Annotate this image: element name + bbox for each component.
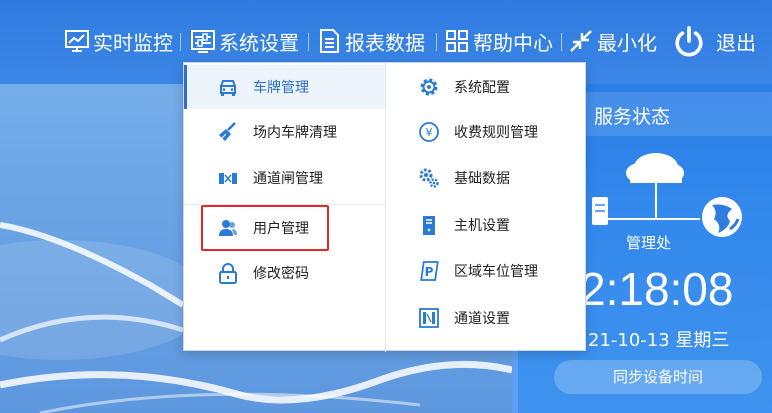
nav-realtime-monitor[interactable]: 实时监控 [64,24,173,58]
nav-exit-label: 退出 [716,30,756,55]
server-icon [423,216,435,235]
menu-item-label: 场内车牌清理 [253,125,337,141]
lock-icon [219,263,237,284]
nav-minimize-label: 最小化 [597,30,657,55]
nav-help-label: 帮助中心 [473,30,553,55]
svg-text:P: P [425,265,434,279]
management-node-label: 管理处 [626,234,672,252]
menu-item-change-password[interactable]: 修改密码 [184,251,385,295]
parking-icon: P [420,261,439,281]
minimize-arrows-icon [570,30,592,52]
menu-item-barrier-management[interactable]: 通道闸管理 [184,156,385,200]
nav-exit[interactable]: 退出 [672,24,756,58]
menu-item-host-settings[interactable]: 主机设置 [386,203,586,247]
system-settings-dropdown: 车牌管理 场内车牌清理 通道闸管理 用户管理 修改密码 系统配置 ¥ 收费规则管… [183,62,586,352]
menu-item-label: 修改密码 [253,266,309,282]
nav-settings-label: 系统设置 [219,30,299,55]
nav-separator [561,33,562,51]
menu-item-label: 通道闸管理 [253,171,323,187]
computer-icon [592,197,608,225]
status-date: 21-10-13 星期三 [588,330,730,351]
document-icon [320,29,339,53]
menu-item-plate-management[interactable]: 车牌管理 [184,65,385,109]
menu-item-yard-plate-clear[interactable]: 场内车牌清理 [184,110,385,154]
menu-item-label: 用户管理 [253,221,309,237]
cogs-icon [419,168,439,188]
nav-system-settings[interactable]: 系统设置 [190,24,299,58]
menu-item-area-parking[interactable]: P 区域车位管理 [386,249,586,293]
cloud-icon [626,153,684,183]
nav-report-data[interactable]: 报表数据 [316,24,425,58]
monitor-chart-icon [65,30,89,52]
menu-item-label: 通道设置 [454,311,510,327]
nav-separator [180,33,181,51]
menu-item-label: 基础数据 [454,171,510,187]
car-icon [220,80,236,96]
barrier-icon [219,173,237,184]
menu-item-base-data[interactable]: 基础数据 [386,156,586,200]
status-title: 服务状态 [594,106,671,128]
menu-item-label: 收费规则管理 [454,125,538,141]
broom-icon [219,122,236,141]
channel-icon [419,308,439,328]
grid-icon [446,30,468,52]
nav-separator [436,33,437,51]
menu-item-user-management[interactable]: 用户管理 [184,206,385,250]
sync-device-time-button[interactable]: 同步设备时间 [554,360,762,394]
nav-realtime-label: 实时监控 [93,30,173,55]
svg-text:¥: ¥ [426,126,433,139]
menu-item-label: 区域车位管理 [454,264,538,280]
nav-minimize[interactable]: 最小化 [568,24,657,58]
status-clock: 2:18:08 [580,263,734,315]
menu-divider [184,204,385,205]
yen-icon: ¥ [419,122,439,142]
globe-icon [702,197,742,237]
menu-item-label: 车牌管理 [253,80,309,96]
users-icon [219,220,237,236]
menu-item-label: 主机设置 [454,218,510,234]
nav-help-center[interactable]: 帮助中心 [444,24,553,58]
nav-separator [308,33,309,51]
menu-item-system-config[interactable]: 系统配置 [386,65,586,109]
menu-item-label: 系统配置 [454,80,510,96]
menu-item-fee-rules[interactable]: ¥ 收费规则管理 [386,110,586,154]
menu-item-channel-settings[interactable]: 通道设置 [386,296,586,340]
power-icon [675,26,703,57]
nav-reports-label: 报表数据 [345,30,425,55]
settings-sliders-icon [191,30,215,53]
gear-icon [420,78,438,96]
